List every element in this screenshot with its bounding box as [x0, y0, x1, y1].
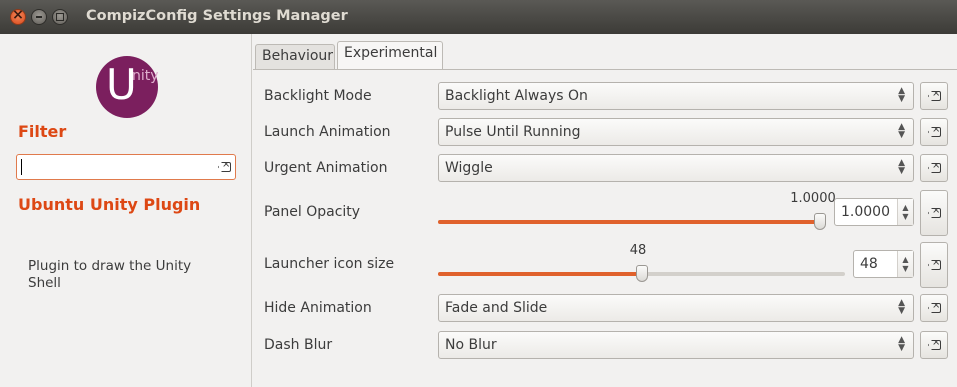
clear-filter-icon[interactable] — [218, 162, 231, 172]
maximize-window-icon[interactable] — [52, 9, 68, 25]
text-caret — [21, 159, 22, 175]
reset-icon — [928, 163, 941, 173]
launcher-icon-size-label: Launcher icon size — [264, 256, 395, 272]
urgent-animation-reset-button[interactable] — [920, 154, 948, 182]
hide-animation-label: Hide Animation — [264, 300, 372, 316]
urgent-animation-label: Urgent Animation — [264, 160, 388, 176]
chevron-updown-icon: ▲ ▼ — [898, 86, 905, 104]
panel-opacity-reset-button[interactable] — [920, 190, 948, 236]
filter-input[interactable] — [16, 154, 236, 180]
spin-arrows-icon[interactable]: ▲ ▼ — [897, 251, 913, 277]
launch-animation-select[interactable]: Pulse Until Running ▲ ▼ — [438, 118, 914, 146]
hide-animation-reset-button[interactable] — [920, 294, 948, 322]
launcher-icon-size-slider-handle[interactable] — [636, 265, 648, 282]
close-window-icon[interactable] — [10, 7, 26, 25]
tab-experimental[interactable]: Experimental — [337, 41, 443, 70]
main-panel: Behaviour Experimental Backlight Mode Ba… — [253, 34, 957, 387]
reset-icon — [928, 208, 941, 218]
plugin-title: Ubuntu Unity Plugin — [18, 195, 201, 214]
hide-animation-select[interactable]: Fade and Slide ▲ ▼ — [438, 294, 914, 322]
panel-opacity-spinbox[interactable]: 1.0000 ▲ ▼ — [834, 198, 914, 226]
reset-icon — [928, 91, 941, 101]
launcher-icon-size-slider-track[interactable] — [438, 265, 845, 282]
unity-logo: U nity — [96, 56, 159, 118]
panel-opacity-slider-track[interactable] — [438, 213, 826, 230]
title-bar: CompizConfig Settings Manager — [0, 0, 957, 34]
chevron-updown-icon: ▲ ▼ — [898, 158, 905, 176]
reset-icon — [928, 303, 941, 313]
urgent-animation-select[interactable]: Wiggle ▲ ▼ — [438, 154, 914, 182]
dash-blur-reset-button[interactable] — [920, 331, 948, 359]
panel-opacity-slider-handle[interactable] — [814, 213, 826, 230]
reset-icon — [928, 127, 941, 137]
window-title: CompizConfig Settings Manager — [86, 8, 348, 24]
dash-blur-select[interactable]: No Blur ▲ ▼ — [438, 331, 914, 359]
launcher-icon-size-slider-value: 48 — [629, 243, 647, 258]
settings-panel: Backlight Mode Backlight Always On ▲▼ La… — [253, 69, 957, 387]
panel-opacity-label: Panel Opacity — [264, 204, 361, 220]
chevron-updown-icon: ▲ ▼ — [898, 298, 905, 316]
backlight-mode-label: Backlight Mode — [264, 88, 372, 104]
panel-opacity-slider-fill — [438, 220, 820, 224]
backlight-mode-select[interactable]: Backlight Always On ▲ ▼ — [438, 82, 914, 110]
chevron-updown-icon: ▲ ▼ — [898, 122, 905, 140]
launch-animation-label: Launch Animation — [264, 124, 391, 140]
reset-icon — [928, 340, 941, 350]
launch-animation-reset-button[interactable] — [920, 118, 948, 146]
launcher-icon-size-spinbox[interactable]: 48 ▲ ▼ — [853, 250, 914, 278]
minimize-window-icon[interactable] — [31, 9, 47, 25]
tab-behaviour[interactable]: Behaviour — [255, 44, 335, 69]
plugin-description: Plugin to draw the Unity Shell — [28, 258, 192, 291]
sidebar: U nity Filter Ubuntu Unity Plugin Plugin… — [0, 34, 252, 387]
filter-label: Filter — [18, 122, 67, 141]
dash-blur-label: Dash Blur — [264, 337, 333, 353]
spin-arrows-icon[interactable]: ▲ ▼ — [897, 199, 913, 225]
chevron-updown-icon: ▲ ▼ — [898, 335, 905, 353]
launcher-icon-size-reset-button[interactable] — [920, 242, 948, 288]
backlight-mode-reset-button[interactable] — [920, 82, 948, 110]
launcher-icon-size-slider-fill — [438, 272, 642, 276]
reset-icon — [928, 260, 941, 270]
